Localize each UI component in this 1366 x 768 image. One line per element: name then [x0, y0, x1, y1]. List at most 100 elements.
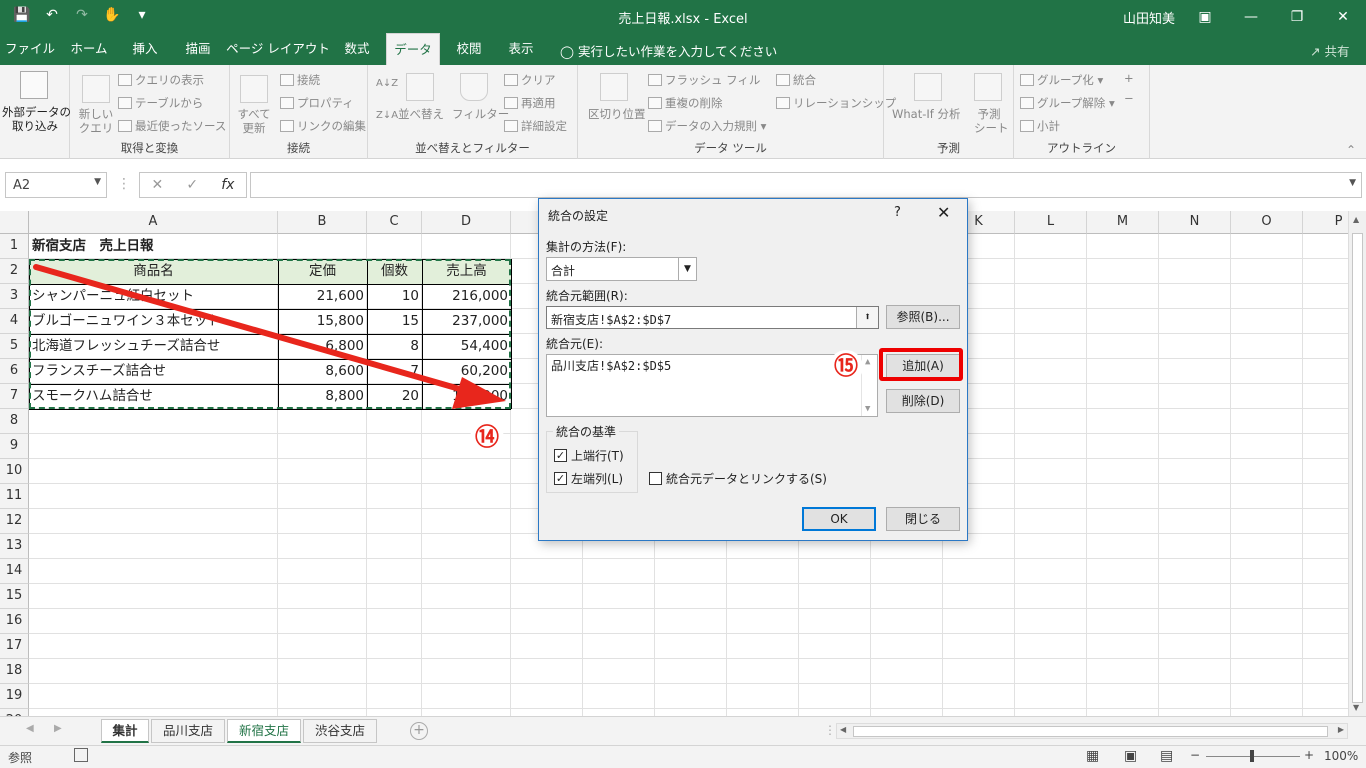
clear-button[interactable]: クリア — [504, 73, 556, 87]
group-button[interactable]: グループ化 ▾ — [1020, 73, 1103, 87]
horizontal-scroll-thumb[interactable] — [853, 726, 1328, 737]
consolidate-button[interactable]: 統合 — [776, 73, 816, 87]
text-to-columns-button[interactable]: 区切り位置 — [588, 107, 646, 121]
collapse-ribbon-icon[interactable]: ⌃ — [1346, 143, 1356, 157]
data-validation-button[interactable]: データの入力規則 ▾ — [648, 119, 766, 133]
close-icon[interactable]: ✕ — [937, 203, 950, 222]
show-queries-button[interactable]: クエリの表示 — [118, 73, 204, 87]
filter-button[interactable]: フィルター — [452, 107, 509, 121]
tab-draw[interactable]: 描画 — [174, 33, 222, 65]
ungroup-button[interactable]: グループ解除 ▾ — [1020, 96, 1115, 110]
next-sheet-icon[interactable]: ▶ — [54, 723, 62, 734]
sort-descending-icon[interactable]: Z↓A — [376, 109, 398, 123]
connections-button[interactable]: 接続 — [280, 73, 320, 87]
scroll-up-icon[interactable]: ▲ — [865, 357, 870, 367]
subtotal-button[interactable]: 小計 — [1020, 119, 1060, 133]
cancel-icon[interactable]: ✕ — [152, 177, 164, 193]
sort-button[interactable]: 並べ替え — [398, 107, 444, 121]
advanced-button[interactable]: 詳細設定 — [504, 119, 567, 133]
scroll-right-icon[interactable]: ▶ — [1338, 725, 1344, 734]
sheet-tab-shinagawa[interactable]: 品川支店 — [151, 719, 225, 743]
zoom-in-icon[interactable]: + — [1304, 748, 1314, 762]
show-detail-icon[interactable]: + — [1124, 71, 1134, 85]
vertical-scroll-thumb[interactable] — [1352, 233, 1363, 703]
share-button[interactable]: ↗ 共有 — [1310, 41, 1349, 60]
scroll-left-icon[interactable]: ◀ — [840, 725, 846, 734]
forecast-sheet-button[interactable]: 予測 シート — [974, 107, 1009, 135]
list-scrollbar[interactable]: ▲ ▼ — [861, 355, 877, 416]
insert-function-icon[interactable]: fx — [221, 177, 234, 193]
page-layout-view-icon[interactable]: ▣ — [1124, 748, 1137, 764]
new-query-button[interactable]: 新しい クエリ — [76, 107, 116, 135]
zoom-slider-thumb[interactable] — [1250, 750, 1254, 762]
name-box[interactable]: A2 ▼ — [5, 172, 107, 198]
properties-button[interactable]: プロパティ — [280, 96, 354, 110]
collapse-dialog-icon[interactable]: ⬆ — [856, 307, 878, 328]
tab-formulas[interactable]: 数式 — [334, 33, 380, 65]
help-icon[interactable]: ? — [894, 205, 901, 220]
tab-file[interactable]: ファイル — [2, 33, 58, 65]
hide-detail-icon[interactable]: − — [1124, 91, 1134, 105]
tab-data[interactable]: データ — [386, 33, 440, 65]
restore-icon[interactable]: ❐ — [1274, 0, 1320, 33]
scroll-down-icon[interactable]: ▼ — [1353, 703, 1359, 712]
ribbon-display-options-icon[interactable]: ▣ — [1182, 0, 1228, 33]
close-button[interactable]: 閉じる — [886, 507, 960, 531]
expand-formula-icon[interactable]: ▼ — [1349, 178, 1356, 188]
tell-me-box[interactable]: ◯ 実行したい作業を入力してください — [560, 41, 777, 60]
create-links-checkbox[interactable]: 統合元データとリンクする(S) — [649, 470, 827, 487]
arrowhead-icon — [452, 377, 506, 409]
sort-ascending-icon[interactable]: A↓Z — [376, 77, 398, 91]
left-column-checkbox[interactable]: ✓ 左端列(L) — [554, 470, 623, 487]
ribbon: 外部データの 取り込み 新しい クエリ クエリの表示 テーブルから 最近使ったソ… — [0, 65, 1366, 159]
step-15-text: ⑮ — [834, 353, 858, 380]
scroll-down-icon[interactable]: ▼ — [865, 404, 870, 414]
reference-input[interactable]: 新宿支店!$A$2:$D$7 ⬆ — [546, 306, 879, 329]
sheet-tab-shibuya[interactable]: 渋谷支店 — [303, 719, 377, 743]
top-row-checkbox[interactable]: ✓ 上端行(T) — [554, 447, 624, 464]
flash-fill-button[interactable]: フラッシュ フィル — [648, 73, 760, 87]
edit-links-button[interactable]: リンクの編集 — [280, 119, 366, 133]
minimize-icon[interactable]: — — [1228, 0, 1274, 33]
browse-button[interactable]: 参照(B)... — [886, 305, 960, 329]
refresh-all-button[interactable]: すべて 更新 — [234, 107, 274, 135]
add-sheet-icon[interactable]: + — [410, 722, 428, 740]
tab-view[interactable]: 表示 — [498, 33, 544, 65]
group-data-tools: 区切り位置 フラッシュ フィル 重複の削除 データの入力規則 ▾ 統合 リレーシ… — [578, 65, 896, 159]
normal-view-icon[interactable]: ▦ — [1086, 748, 1099, 764]
macro-record-icon[interactable] — [74, 748, 88, 762]
tab-home[interactable]: ホーム — [62, 33, 116, 65]
zoom-level[interactable]: 100% — [1324, 749, 1358, 763]
remove-duplicates-button[interactable]: 重複の削除 — [648, 96, 723, 110]
ok-button[interactable]: OK — [802, 507, 876, 531]
recent-sources-button[interactable]: 最近使ったソース — [118, 119, 226, 133]
tab-review[interactable]: 校閲 — [446, 33, 492, 65]
reapply-button[interactable]: 再適用 — [504, 96, 556, 110]
new-query-icon — [82, 75, 110, 103]
tab-splitter-icon[interactable]: ⋮ — [824, 723, 836, 737]
all-references-list[interactable]: 品川支店!$A$2:$D$5 ▲ ▼ — [546, 354, 878, 417]
close-icon[interactable]: ✕ — [1320, 0, 1366, 33]
enter-icon[interactable]: ✓ — [186, 177, 198, 193]
formula-splitter-icon[interactable]: ⋮ — [117, 176, 131, 192]
zoom-out-icon[interactable]: − — [1190, 748, 1200, 762]
tab-insert[interactable]: 挿入 — [120, 33, 170, 65]
delete-button[interactable]: 削除(D) — [886, 389, 960, 413]
external-data-button[interactable]: 外部データの 取り込み — [2, 105, 71, 133]
sheet-tab-summary[interactable]: 集計 — [101, 719, 149, 743]
scroll-up-icon[interactable]: ▲ — [1353, 215, 1359, 224]
what-if-button[interactable]: What-If 分析 — [892, 107, 960, 121]
vertical-scrollbar[interactable]: ▲ ▼ — [1348, 211, 1366, 716]
formula-input[interactable]: ▼ — [250, 172, 1362, 198]
sheet-tab-shinjuku[interactable]: 新宿支店 — [227, 719, 301, 743]
function-select[interactable]: 合計 ▼ — [546, 257, 697, 281]
relationships-button[interactable]: リレーションシップ — [776, 96, 896, 110]
horizontal-scrollbar[interactable]: ◀ ▶ — [836, 723, 1348, 739]
page-break-view-icon[interactable]: ▤ — [1160, 748, 1173, 764]
data-validation-icon — [648, 120, 662, 132]
list-item[interactable]: 品川支店!$A$2:$D$5 — [551, 357, 873, 374]
prev-sheet-icon[interactable]: ◀ — [26, 723, 34, 734]
user-name[interactable]: 山田知美 — [1123, 8, 1175, 27]
tab-page-layout[interactable]: ページ レイアウト — [226, 33, 330, 65]
from-table-button[interactable]: テーブルから — [118, 96, 203, 110]
